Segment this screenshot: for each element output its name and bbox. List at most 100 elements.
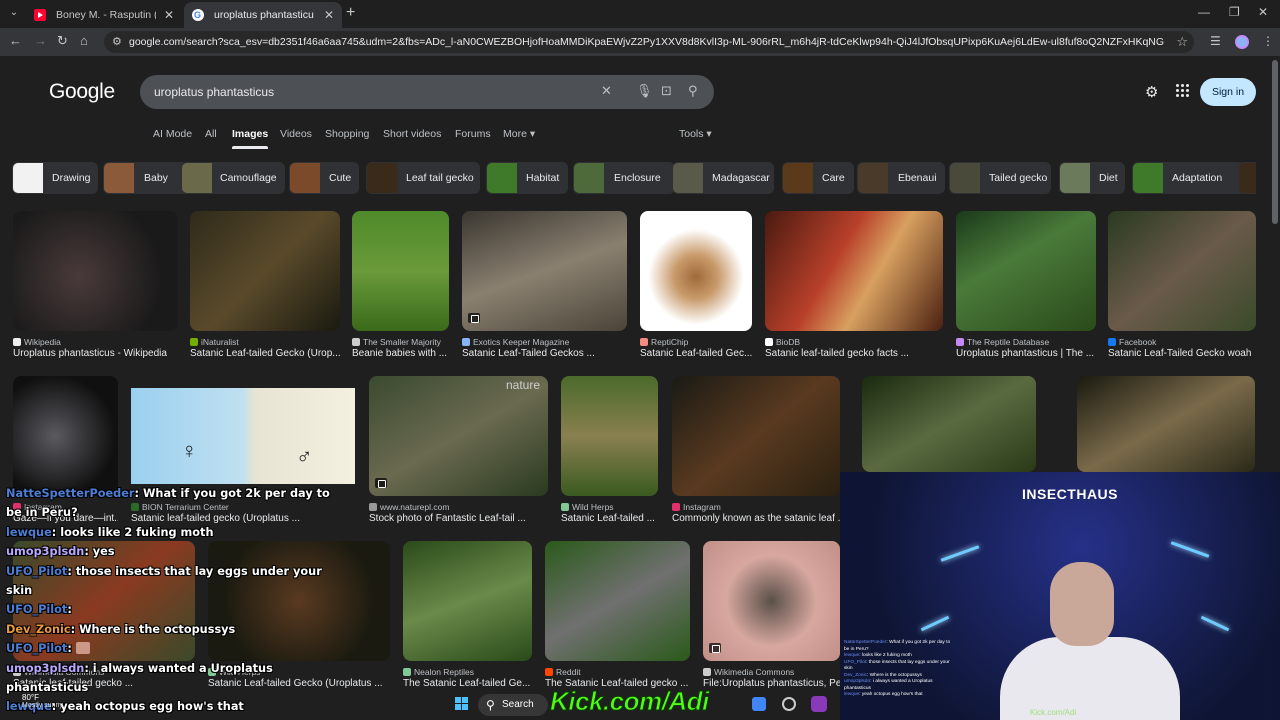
result-source[interactable]: Wikimedia Commons <box>703 667 840 677</box>
bookmark-star-icon[interactable]: ☆ <box>1176 34 1188 50</box>
chip-adaptation[interactable]: Adaptation <box>1132 162 1245 194</box>
taskbar-app-icon[interactable] <box>811 696 827 712</box>
result-source[interactable]: Exotics Keeper Magazine <box>462 337 627 347</box>
result-image[interactable] <box>703 541 840 661</box>
result-image[interactable]: nature <box>369 376 548 496</box>
tab-rasputin[interactable]: Boney M. - Rasputin (Sopot Fe ✕ <box>26 2 182 28</box>
chip-more[interactable] <box>1238 162 1256 194</box>
result-source[interactable]: iNaturalist <box>190 337 340 347</box>
result-image[interactable]: ♀ ♂ <box>131 388 355 484</box>
back-icon[interactable]: ← <box>9 33 22 48</box>
clear-icon[interactable]: ✕ <box>601 83 612 99</box>
result-image[interactable] <box>13 376 118 496</box>
close-tab-icon[interactable]: ✕ <box>324 2 334 28</box>
result-image[interactable] <box>545 541 690 661</box>
result-image[interactable] <box>1077 376 1255 472</box>
tab-short-videos[interactable]: Short videos <box>383 128 441 140</box>
chip-diet[interactable]: Diet <box>1059 162 1125 194</box>
image-result[interactable]: Reddit The Satanic Leaf-tailed gecko ... <box>545 541 690 691</box>
image-result[interactable]: ReptiChip Satanic Leaf-tailed Gec... <box>640 211 752 366</box>
result-title[interactable]: Satanic Leaf-tailed Gecko (Urop... <box>190 348 340 359</box>
result-image[interactable] <box>640 211 752 331</box>
windows-start-icon[interactable] <box>455 697 469 711</box>
sign-in-button[interactable]: Sign in <box>1200 78 1256 106</box>
chip-drawing[interactable]: Drawing <box>12 162 98 194</box>
result-source[interactable]: Nealon Reptiles <box>403 667 532 677</box>
result-title[interactable]: Commonly known as the satanic leaf ... <box>672 513 840 524</box>
tab-videos[interactable]: Videos <box>280 128 312 140</box>
result-source[interactable]: The Reptile Database <box>956 337 1096 347</box>
result-image[interactable] <box>561 376 658 496</box>
result-title[interactable]: Satanic Leaf-Tailed Geckos ... <box>462 348 627 359</box>
result-title[interactable]: Beanie babies with ... <box>352 348 449 359</box>
chip-care[interactable]: Care <box>782 162 854 194</box>
result-title[interactable]: Stock photo of Fantastic Leaf-tail ... <box>369 513 548 524</box>
chip-cute[interactable]: Cute <box>289 162 359 194</box>
result-source[interactable]: Facebook <box>1108 337 1256 347</box>
tab-more[interactable]: More ▾ <box>503 128 535 140</box>
restore-icon[interactable]: ❐ <box>1229 5 1240 19</box>
image-result[interactable]: Wild Herps Satanic Leaf-tailed ... <box>561 376 658 531</box>
image-result[interactable] <box>1077 376 1255 472</box>
result-source[interactable]: www.naturepl.com <box>369 502 548 512</box>
chip-baby[interactable]: Baby <box>103 162 189 194</box>
profile-avatar[interactable] <box>1235 35 1249 49</box>
lens-icon[interactable]: ⊡ <box>661 83 672 99</box>
result-source[interactable]: Instagram <box>672 502 840 512</box>
result-image[interactable] <box>862 376 1036 472</box>
result-image[interactable] <box>403 541 532 661</box>
site-info-icon[interactable]: ⚙ <box>112 35 122 48</box>
google-logo[interactable]: Google <box>49 80 115 104</box>
result-title[interactable]: Uroplatus phantasticus | The ... <box>956 348 1096 359</box>
image-result[interactable]: Instagram Commonly known as the satanic … <box>672 376 840 531</box>
result-source[interactable]: Wild Herps <box>561 502 658 512</box>
result-image[interactable] <box>672 376 840 496</box>
reading-list-icon[interactable]: ☰ <box>1210 34 1221 48</box>
forward-icon[interactable]: → <box>34 33 47 48</box>
menu-kebab-icon[interactable]: ⋮ <box>1262 34 1274 48</box>
image-result[interactable]: nature www.naturepl.com Stock photo of F… <box>369 376 548 531</box>
result-title[interactable]: File:Uroplatus phantasticus, Pey... <box>703 678 840 689</box>
result-image[interactable] <box>190 211 340 331</box>
chip-ebenaui[interactable]: Ebenaui <box>857 162 945 194</box>
tools-button[interactable]: Tools ▾ <box>679 128 712 140</box>
image-result[interactable]: Nealon Reptiles The Satanic Leaf-tailed … <box>403 541 532 691</box>
close-tab-icon[interactable]: ✕ <box>164 2 174 28</box>
address-bar[interactable]: ⚙ google.com/search?sca_esv=db2351f46a6a… <box>104 31 1194 53</box>
result-image[interactable] <box>1108 211 1256 331</box>
chip-tailed-gecko[interactable]: Tailed gecko <box>949 162 1051 194</box>
result-image[interactable] <box>956 211 1096 331</box>
result-title[interactable]: Satanic Leaf-tailed Gec... <box>640 348 752 359</box>
tab-search-dropdown-icon[interactable]: ⌄ <box>6 4 22 22</box>
chip-madagascar[interactable]: Madagascar <box>672 162 774 194</box>
result-source[interactable]: Reddit <box>545 667 690 677</box>
voice-search-icon[interactable]: 🎙 <box>636 83 653 99</box>
image-result[interactable]: The Reptile Database Uroplatus phantasti… <box>956 211 1096 366</box>
result-title[interactable]: Satanic leaf-tailed gecko facts ... <box>765 348 943 359</box>
search-box[interactable]: uroplatus phantasticus ✕ 🎙 ⊡ ⚲ <box>140 75 714 109</box>
image-result[interactable]: Wikimedia Commons File:Uroplatus phantas… <box>703 541 840 691</box>
chip-leaf-tail-gecko[interactable]: Leaf tail gecko <box>366 162 480 194</box>
minimize-icon[interactable]: — <box>1198 5 1210 19</box>
tab-forums[interactable]: Forums <box>455 128 491 140</box>
weather-widget[interactable]: 80°F Mostly sunny <box>22 693 63 709</box>
image-result[interactable]: The Smaller Majority Beanie babies with … <box>352 211 449 366</box>
tab-images[interactable]: Images <box>232 128 269 149</box>
scrollbar-thumb[interactable] <box>1272 60 1278 224</box>
chip-camouflage[interactable]: Camouflage <box>181 162 285 194</box>
result-source[interactable]: The Smaller Majority <box>352 337 449 347</box>
image-result[interactable]: BioDB Satanic leaf-tailed gecko facts ..… <box>765 211 943 366</box>
result-image[interactable] <box>13 211 178 331</box>
new-tab-button[interactable]: + <box>346 4 355 22</box>
apps-grid-icon[interactable] <box>1176 84 1190 98</box>
home-icon[interactable]: ⌂ <box>80 33 88 48</box>
taskbar-search[interactable]: Search <box>478 694 548 716</box>
result-source[interactable]: BioDB <box>765 337 943 347</box>
tab-shopping[interactable]: Shopping <box>325 128 369 140</box>
settings-gear-icon[interactable]: ⚙ <box>1145 83 1158 101</box>
chrome-taskbar-icon[interactable] <box>782 697 796 711</box>
image-result[interactable]: Wikipedia Uroplatus phantasticus - Wikip… <box>13 211 178 366</box>
tab-google-search[interactable]: uroplatus phantasticus - Googl ✕ <box>184 2 342 28</box>
image-result[interactable]: Exotics Keeper Magazine Satanic Leaf-Tai… <box>462 211 627 366</box>
image-result[interactable]: Facebook Satanic Leaf-Tailed Gecko woah <box>1108 211 1256 366</box>
